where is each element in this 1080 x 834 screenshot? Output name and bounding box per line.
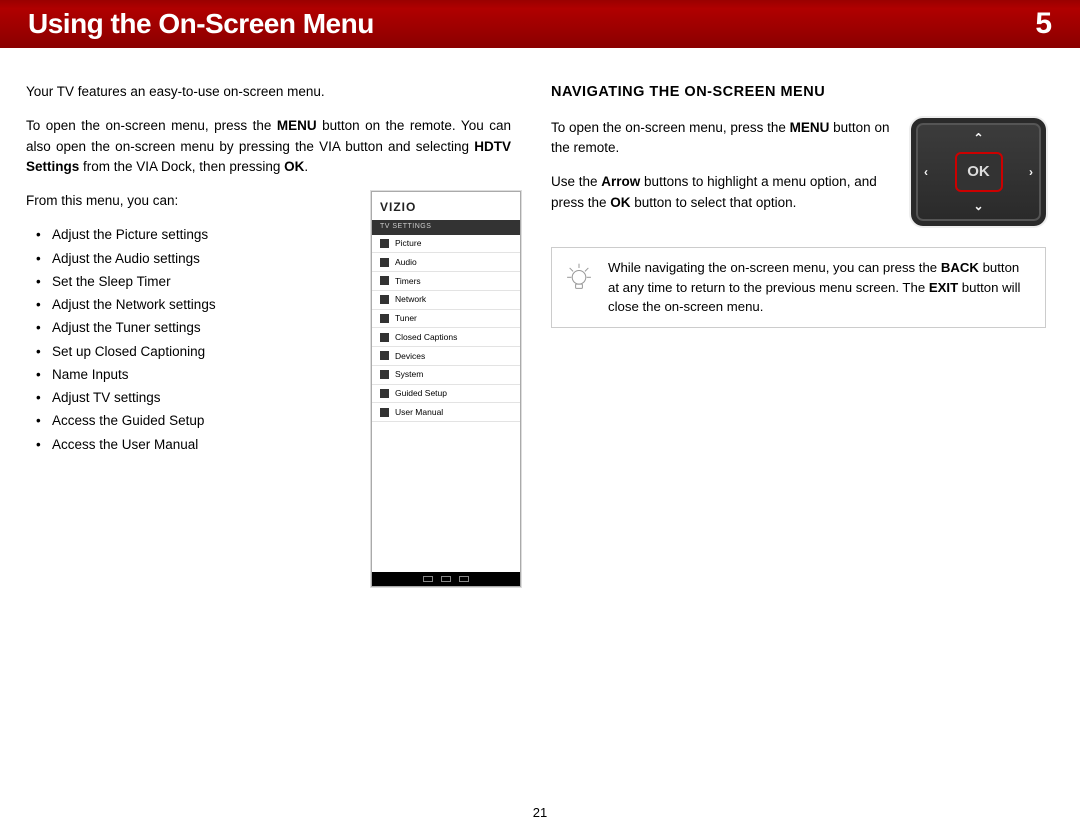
tuner-icon — [380, 314, 389, 323]
arrow-up-icon: ⌃ — [973, 129, 983, 147]
nav-p2: Use the Arrow buttons to highlight a men… — [551, 172, 895, 213]
network-icon — [380, 295, 389, 304]
footer-icon — [441, 576, 451, 582]
menu-row: Closed Captions — [372, 328, 520, 347]
tip-box: While navigating the on-screen menu, you… — [551, 247, 1046, 328]
guided-setup-icon — [380, 389, 389, 398]
tv-settings-menu: VIZIO TV SETTINGS Picture Audio Timers N… — [371, 191, 521, 587]
list-item: Adjust the Network settings — [52, 295, 353, 315]
list-item: Adjust the Picture settings — [52, 225, 353, 245]
audio-icon — [380, 258, 389, 267]
vizio-brand: VIZIO — [372, 192, 520, 220]
cc-icon — [380, 333, 389, 342]
lightbulb-icon — [562, 262, 596, 296]
menu-row: System — [372, 366, 520, 385]
menu-row: Picture — [372, 235, 520, 254]
picture-icon — [380, 239, 389, 248]
devices-icon — [380, 351, 389, 360]
menu-row: Tuner — [372, 310, 520, 329]
open-menu-paragraph: To open the on-screen menu, press the ME… — [26, 116, 511, 177]
tv-settings-header: TV SETTINGS — [372, 220, 520, 235]
list-item: Adjust the Tuner settings — [52, 318, 353, 338]
remote-ok-pad: ⌃ ⌄ ‹ › OK — [911, 118, 1046, 226]
menu-row: Guided Setup — [372, 385, 520, 404]
section-heading: NAVIGATING THE ON-SCREEN MENU — [551, 82, 1046, 104]
footer-icon — [423, 576, 433, 582]
arrow-left-icon: ‹ — [924, 163, 928, 181]
menu-row: Network — [372, 291, 520, 310]
menu-row: Audio — [372, 253, 520, 272]
chapter-title: Using the On-Screen Menu — [28, 8, 374, 40]
list-item: Adjust the Audio settings — [52, 249, 353, 269]
footer-icon — [459, 576, 469, 582]
arrow-right-icon: › — [1029, 163, 1033, 181]
chapter-number: 5 — [1035, 7, 1052, 41]
page-number: 21 — [533, 805, 547, 820]
chapter-banner: Using the On-Screen Menu 5 — [0, 0, 1080, 48]
intro-text: Your TV features an easy-to-use on-scree… — [26, 82, 511, 102]
timers-icon — [380, 276, 389, 285]
from-this-menu: From this menu, you can: — [26, 191, 353, 211]
system-icon — [380, 370, 389, 379]
right-column: NAVIGATING THE ON-SCREEN MENU To open th… — [551, 82, 1046, 587]
list-item: Access the User Manual — [52, 435, 353, 455]
list-item: Access the Guided Setup — [52, 411, 353, 431]
list-item: Adjust TV settings — [52, 388, 353, 408]
menu-row: Timers — [372, 272, 520, 291]
menu-row: User Manual — [372, 403, 520, 422]
tv-menu-footer — [372, 572, 520, 586]
arrow-down-icon: ⌄ — [973, 197, 983, 215]
list-item: Name Inputs — [52, 365, 353, 385]
page-body: Your TV features an easy-to-use on-scree… — [0, 48, 1080, 587]
list-item: Set up Closed Captioning — [52, 342, 353, 362]
left-column: Your TV features an easy-to-use on-scree… — [26, 82, 521, 587]
capabilities-list: Adjust the Picture settings Adjust the A… — [26, 225, 353, 455]
user-manual-icon — [380, 408, 389, 417]
list-item: Set the Sleep Timer — [52, 272, 353, 292]
nav-p1: To open the on-screen menu, press the ME… — [551, 118, 895, 159]
ok-button-graphic: OK — [955, 152, 1003, 192]
menu-row: Devices — [372, 347, 520, 366]
